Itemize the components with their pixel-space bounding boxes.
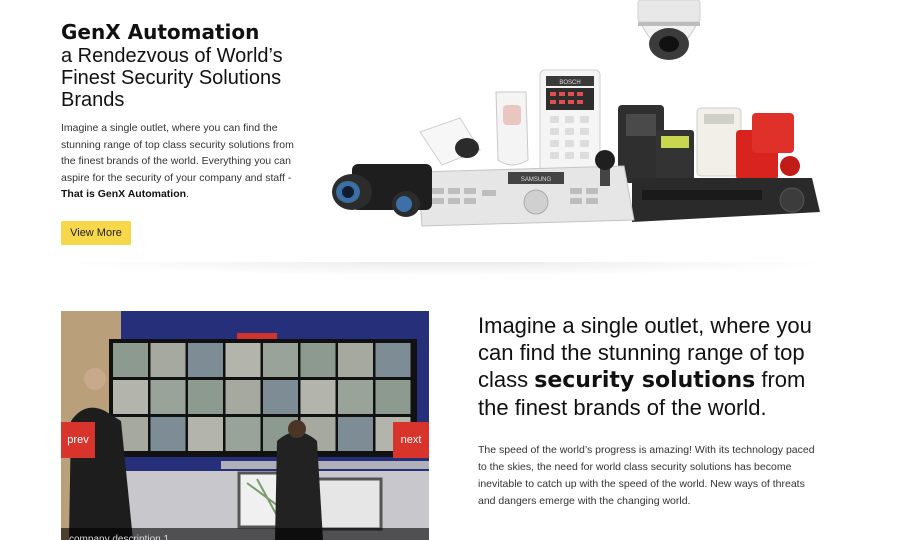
monitor-screen [263,343,298,377]
control-room-image [61,311,429,540]
monitor-screen [188,343,223,377]
monitor-screen [338,380,373,414]
dome-camera-illustration [637,0,701,60]
monitor-screen [150,417,186,451]
info-heading: Imagine a single outlet, where you can f… [478,312,838,421]
brand-heading: GenX Automation [61,20,260,44]
bosch-keypad-illustration: BOSCH [539,69,601,175]
section-divider [60,262,840,276]
info-heading-bold: security solutions [534,368,756,393]
monitor-screen [150,343,186,377]
slider-next-button[interactable]: next [393,422,429,458]
monitor-screen [225,380,261,414]
monitor-screen [263,380,298,414]
dvr-recorder-illustration [632,178,820,222]
access-reader-illustration [618,105,742,184]
monitor-screen [113,380,148,414]
intro-text: Imagine a single outlet, where you can f… [61,122,294,184]
monitor-screen [188,380,223,414]
intro-bold: That is GenX Automation [61,188,187,200]
intro-end: . [186,188,189,200]
monitor-screen [113,343,148,377]
slider-prev-button[interactable]: prev [61,422,95,458]
bullet-camera-illustration [419,117,481,166]
monitor-screen [225,417,261,451]
hero-section: GenX Automation a Rendezvous of World’s … [0,0,900,276]
hero-text-block: GenX Automation a Rendezvous of World’s … [61,20,311,203]
monitor-screen [338,343,373,377]
monitor-screen [225,343,261,377]
view-more-button[interactable]: View More [61,221,131,245]
controller-brand-label: SAMSUNG [521,177,552,183]
info-body: The speed of the world’s progress is ama… [478,444,815,507]
monitor-screen [375,343,411,377]
motion-sensor-illustration [495,91,529,166]
monitor-screen [300,343,336,377]
security-products-image: BOSCH SAMSUNG [332,0,820,227]
monitor-screen [188,417,223,451]
slide-caption: company description 1 [61,528,429,540]
image-slider [61,311,429,540]
monitor-screen [375,380,411,414]
hero-intro: Imagine a single outlet, where you can f… [61,120,301,203]
operator-right [275,432,323,540]
hero-tagline: a Rendezvous of World’s Finest Security … [61,45,283,111]
monitor-screen [338,417,373,451]
box-camera-illustration [332,164,432,217]
info-section: Imagine a single outlet, where you can f… [478,312,838,510]
fire-alarm-illustration [736,113,800,180]
keypad-brand-label: BOSCH [559,80,580,86]
monitor-screen [150,380,186,414]
monitor-screen [300,380,336,414]
